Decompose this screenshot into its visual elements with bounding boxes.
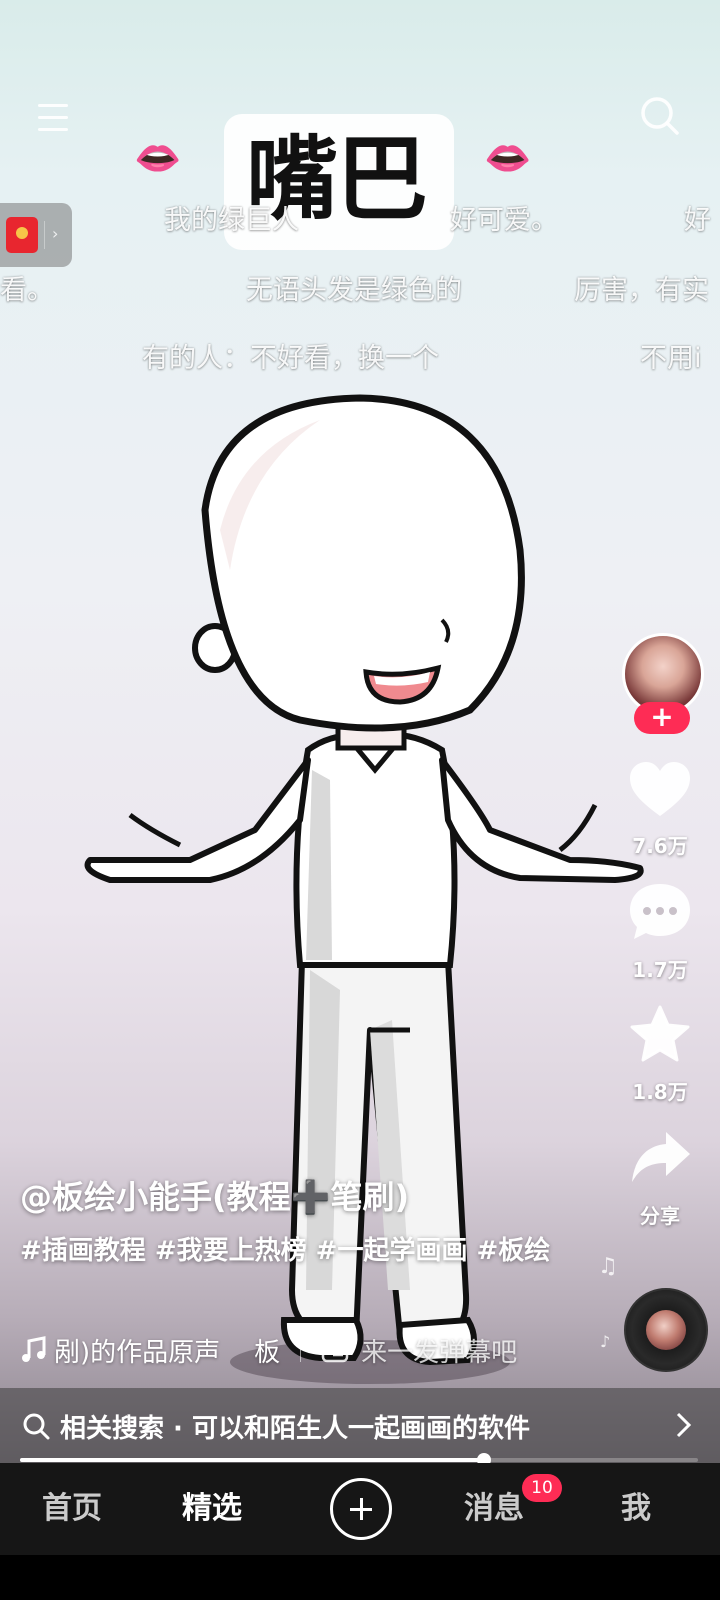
related-search-text[interactable]: 相关搜索 · 可以和陌生人一起画画的软件 <box>60 1408 530 1445</box>
danmaku-comment: 无语头发是绿色的 <box>246 275 462 306</box>
danmaku-input-entry[interactable]: 来一发弹幕吧 <box>321 1332 517 1369</box>
danmaku-icon <box>321 1335 349 1363</box>
favorite-button[interactable] <box>628 1004 692 1064</box>
danmaku-comment: 好可爱。 <box>450 205 558 236</box>
share-button[interactable] <box>628 1128 692 1188</box>
share-label: 分享 <box>640 1204 680 1228</box>
danmaku-comment: 有的人：不好看，换一个 <box>142 343 439 374</box>
lips-emoji-right: 👄 <box>484 136 532 180</box>
danmaku-comment: 看。 <box>0 275 54 306</box>
red-envelope-icon <box>6 217 38 253</box>
danmaku-prompt[interactable]: 来一发弹幕吧 <box>361 1332 517 1369</box>
bottom-nav: 首页 精选 消息 我 <box>0 1463 720 1555</box>
music-note-icon: ♪ <box>600 1332 611 1351</box>
follow-button[interactable]: + <box>634 702 690 734</box>
progress-fill <box>20 1458 485 1462</box>
star-icon <box>630 1005 690 1062</box>
system-navigation-bar <box>0 1555 720 1600</box>
video-description[interactable]: #插画教程 #我要上热榜 #一起学画画 #板绘 <box>20 1228 560 1274</box>
chevron-right-icon: › <box>52 224 59 243</box>
lips-emoji-left: 👄 <box>134 136 182 180</box>
favorite-count: 1.8万 <box>632 1080 688 1104</box>
nav-home[interactable]: 首页 <box>12 1463 132 1555</box>
music-note-icon: ♫ <box>598 1254 618 1279</box>
comment-icon <box>630 884 690 939</box>
nav-me[interactable]: 我 <box>576 1463 696 1555</box>
heart-icon <box>630 762 690 816</box>
comment-button[interactable] <box>628 882 692 942</box>
music-note-icon <box>22 1336 46 1362</box>
video-progress-bar[interactable] <box>20 1453 698 1467</box>
danmaku-comment: 厉害，有实 <box>574 275 709 306</box>
music-disc[interactable] <box>624 1288 708 1372</box>
messages-badge: 10 <box>522 1474 562 1502</box>
red-packet-widget[interactable]: › <box>0 203 72 267</box>
search-icon[interactable] <box>638 94 682 138</box>
nav-featured[interactable]: 精选 <box>152 1463 272 1555</box>
search-icon <box>23 1413 50 1440</box>
menu-icon[interactable] <box>32 96 76 140</box>
add-post-button[interactable] <box>330 1478 392 1540</box>
danmaku-comment: 不用i <box>640 343 702 374</box>
danmaku-comment: 好 <box>684 205 711 236</box>
chevron-right-icon <box>676 1412 692 1438</box>
author-name[interactable]: @板绘小能手(教程➕笔刷) <box>20 1172 409 1218</box>
comment-count: 1.7万 <box>632 958 688 982</box>
music-title[interactable]: 剐)的作品原声 <box>54 1332 220 1369</box>
like-count: 7.6万 <box>632 834 688 858</box>
share-arrow-icon <box>632 1132 690 1182</box>
video-player[interactable]: › 👄 嘴巴 👄 我的绿巨人 好可爱。 好 看。 无语头发是绿色的 厉害，有实 … <box>0 0 720 1463</box>
music-title-extra: 板 <box>254 1337 281 1368</box>
music-row[interactable]: 剐)的作品原声 板 来一发弹幕吧 <box>20 1330 517 1370</box>
danmaku-comment: 我的绿巨人 <box>164 205 299 236</box>
like-button[interactable] <box>628 760 692 820</box>
related-search-bar[interactable]: 相关搜索 · 可以和陌生人一起画画的软件 <box>0 1388 720 1463</box>
